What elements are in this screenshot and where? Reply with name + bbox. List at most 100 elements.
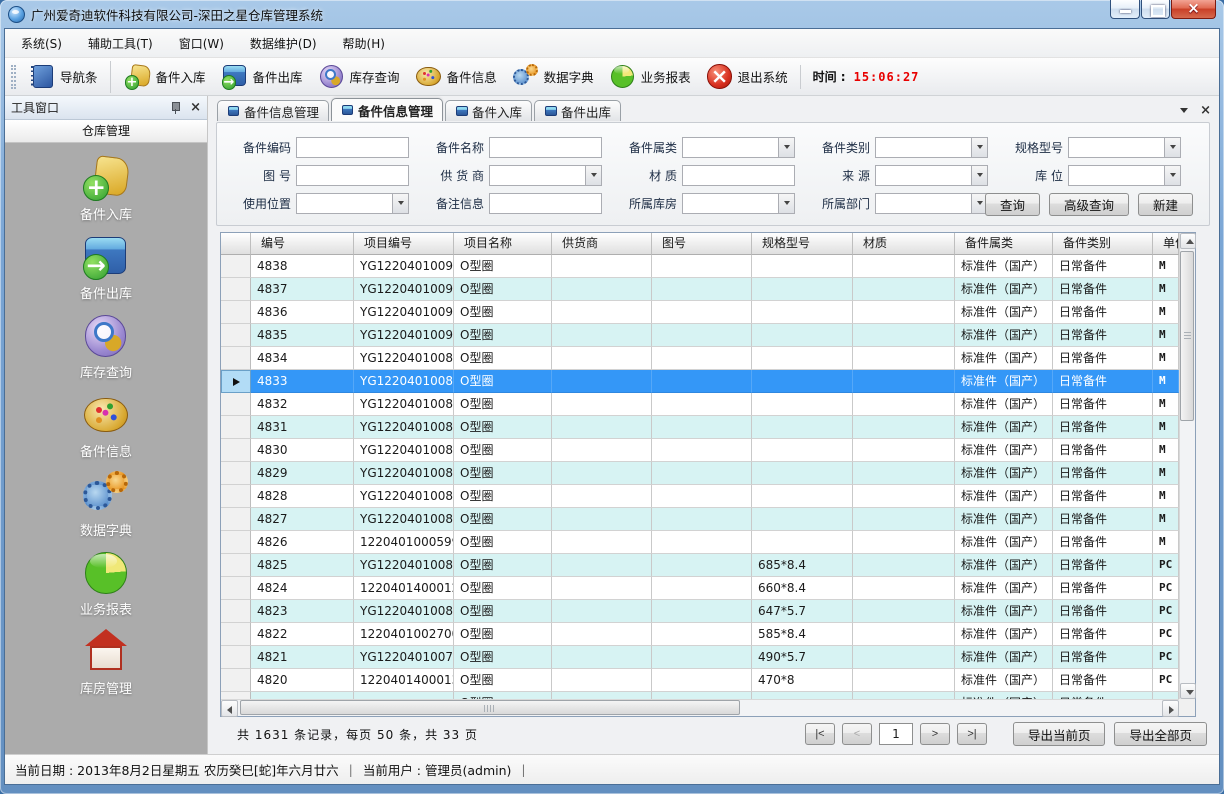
chevron-down-icon[interactable] bbox=[585, 166, 601, 185]
table-row[interactable]: 4827 YG12204010082 O型圈 标准件（国产） 日常备件 bbox=[221, 508, 1179, 531]
chevron-down-icon[interactable] bbox=[1164, 166, 1180, 185]
sidebar-item[interactable]: 库房管理 bbox=[5, 629, 207, 697]
minimize-button[interactable] bbox=[1110, 0, 1140, 19]
column-header[interactable] bbox=[221, 233, 251, 255]
search-input[interactable] bbox=[296, 193, 409, 214]
sidebar-item[interactable]: 库存查询 bbox=[5, 313, 207, 381]
sidebar-item[interactable]: 业务报表 bbox=[5, 550, 207, 618]
table-row[interactable]: 4833 YG12204010088 O型圈 标准件（国产） 日常备件 bbox=[221, 370, 1179, 393]
close-icon[interactable]: × bbox=[190, 101, 201, 114]
table-row[interactable]: 4832 YG12204010087 O型圈 标准件（国产） 日常备件 bbox=[221, 393, 1179, 416]
menu-item[interactable]: 帮助(H) bbox=[333, 31, 395, 56]
export-current-page-button[interactable]: 导出当前页 bbox=[1013, 722, 1106, 746]
tab[interactable]: 备件入库 bbox=[445, 100, 532, 121]
chevron-down-icon[interactable] bbox=[971, 166, 987, 185]
sidebar-item[interactable]: 备件出库 bbox=[5, 234, 207, 302]
chevron-down-icon[interactable] bbox=[1180, 108, 1188, 113]
toolbar-button[interactable]: 数据字典 bbox=[505, 61, 602, 93]
toolbar-button[interactable]: 备件入库 bbox=[117, 61, 214, 93]
search-input[interactable] bbox=[296, 137, 409, 158]
column-header[interactable]: 项目名称 bbox=[454, 233, 552, 255]
next-page-button[interactable]: > bbox=[920, 723, 950, 745]
maximize-button[interactable] bbox=[1141, 0, 1170, 19]
menu-item[interactable]: 系统(S) bbox=[11, 31, 72, 56]
horizontal-scroll-thumb[interactable] bbox=[240, 700, 740, 715]
column-header[interactable]: 规格型号 bbox=[752, 233, 853, 255]
toolbar-button[interactable]: 导航条 bbox=[21, 61, 111, 93]
table-row[interactable]: 4824 1220401400012 O型圈 660*8.4 标准件（国产） 日… bbox=[221, 577, 1179, 600]
toolbar-button[interactable]: 库存查询 bbox=[311, 61, 408, 93]
table-row[interactable]: 4830 YG12204010085 O型圈 标准件（国产） 日常备件 bbox=[221, 439, 1179, 462]
toolbar-button[interactable]: 备件出库 bbox=[214, 61, 311, 93]
chevron-down-icon[interactable] bbox=[1164, 138, 1180, 157]
column-header[interactable]: 备件属类 bbox=[955, 233, 1053, 255]
table-row[interactable]: 4829 YG12204010084 O型圈 标准件（国产） 日常备件 bbox=[221, 462, 1179, 485]
scroll-right-icon[interactable] bbox=[1162, 700, 1179, 717]
table-row[interactable]: 4835 YG12204010090 O型圈 标准件（国产） 日常备件 bbox=[221, 324, 1179, 347]
advanced-query-button[interactable]: 高级查询 bbox=[1049, 193, 1129, 216]
prev-page-button[interactable]: < bbox=[842, 723, 872, 745]
toolbar-button[interactable]: 退出系统 bbox=[699, 61, 796, 93]
tab[interactable]: 备件信息管理 bbox=[331, 98, 443, 121]
pin-icon[interactable] bbox=[170, 102, 180, 114]
sidebar-group-header[interactable]: 仓库管理 bbox=[5, 120, 207, 143]
scroll-up-icon[interactable] bbox=[1180, 233, 1196, 249]
table-row[interactable]: 4826 1220401000599 O型圈 标准件（国产） 日常备件 bbox=[221, 531, 1179, 554]
chevron-down-icon[interactable] bbox=[778, 138, 794, 157]
search-input[interactable] bbox=[489, 137, 602, 158]
search-input[interactable] bbox=[682, 165, 795, 186]
table-row[interactable]: 4821 YG12204010079 O型圈 490*5.7 标准件（国产） 日… bbox=[221, 646, 1179, 669]
close-button[interactable] bbox=[1171, 0, 1216, 19]
tab[interactable]: 备件出库 bbox=[534, 100, 621, 121]
table-row[interactable]: 4838 YG12204010093 O型圈 标准件（国产） 日常备件 bbox=[221, 255, 1179, 278]
horizontal-scrollbar[interactable] bbox=[221, 699, 1179, 716]
search-input[interactable] bbox=[489, 193, 602, 214]
vertical-scrollbar[interactable] bbox=[1179, 233, 1195, 699]
sidebar-item[interactable]: 备件入库 bbox=[5, 155, 207, 223]
table-row[interactable]: 4825 YG12204010081 O型圈 685*8.4 标准件（国产） 日… bbox=[221, 554, 1179, 577]
query-button[interactable]: 查询 bbox=[985, 193, 1040, 216]
page-number-input[interactable]: 1 bbox=[879, 723, 913, 745]
table-row[interactable]: 4834 YG12204010089 O型圈 标准件（国产） 日常备件 bbox=[221, 347, 1179, 370]
search-input[interactable] bbox=[875, 165, 988, 186]
table-row[interactable]: 4828 YG12204010083 O型圈 标准件（国产） 日常备件 bbox=[221, 485, 1179, 508]
toolbar-button[interactable]: 备件信息 bbox=[408, 61, 505, 93]
chevron-down-icon[interactable] bbox=[971, 138, 987, 157]
export-all-pages-button[interactable]: 导出全部页 bbox=[1114, 722, 1207, 746]
close-icon[interactable]: × bbox=[1200, 104, 1211, 117]
table-row[interactable]: 4822 1220401002700 O型圈 585*8.4 标准件（国产） 日… bbox=[221, 623, 1179, 646]
sidebar-item[interactable]: 数据字典 bbox=[5, 471, 207, 539]
column-header[interactable]: 单位 bbox=[1153, 233, 1179, 255]
new-button[interactable]: 新建 bbox=[1138, 193, 1193, 216]
toolbar-grip-icon[interactable] bbox=[11, 65, 16, 89]
toolbar-button[interactable]: 业务报表 bbox=[602, 61, 699, 93]
table-row[interactable]: 4836 YG12204010091 O型圈 标准件（国产） 日常备件 bbox=[221, 301, 1179, 324]
menu-item[interactable]: 辅助工具(T) bbox=[78, 31, 163, 56]
column-header[interactable]: 编号 bbox=[251, 233, 354, 255]
table-row[interactable]: 4823 YG12204010080 O型圈 647*5.7 标准件（国产） 日… bbox=[221, 600, 1179, 623]
chevron-down-icon[interactable] bbox=[392, 194, 408, 213]
search-input[interactable] bbox=[682, 193, 795, 214]
vertical-scroll-thumb[interactable] bbox=[1180, 251, 1194, 421]
column-header[interactable]: 供货商 bbox=[552, 233, 652, 255]
search-input[interactable] bbox=[489, 165, 602, 186]
column-header[interactable]: 项目编号 bbox=[354, 233, 454, 255]
search-input[interactable] bbox=[875, 137, 988, 158]
sidebar-item[interactable]: 备件信息 bbox=[5, 392, 207, 460]
table-row[interactable]: 4831 YG12204010086 O型圈 标准件（国产） 日常备件 bbox=[221, 416, 1179, 439]
tab[interactable]: 备件信息管理 bbox=[217, 100, 329, 121]
table-row[interactable]: 4820 1220401400013 O型圈 470*8 标准件（国产） 日常备… bbox=[221, 669, 1179, 692]
search-input[interactable] bbox=[1068, 137, 1181, 158]
menu-item[interactable]: 数据维护(D) bbox=[240, 31, 327, 56]
scroll-down-icon[interactable] bbox=[1180, 683, 1196, 699]
column-header[interactable]: 材质 bbox=[853, 233, 955, 255]
column-header[interactable]: 备件类别 bbox=[1053, 233, 1153, 255]
search-input[interactable] bbox=[1068, 165, 1181, 186]
menu-item[interactable]: 窗口(W) bbox=[169, 31, 234, 56]
search-input[interactable] bbox=[682, 137, 795, 158]
first-page-button[interactable]: |< bbox=[805, 723, 835, 745]
chevron-down-icon[interactable] bbox=[778, 194, 794, 213]
column-header[interactable]: 图号 bbox=[652, 233, 752, 255]
search-input[interactable] bbox=[875, 193, 988, 214]
search-input[interactable] bbox=[296, 165, 409, 186]
